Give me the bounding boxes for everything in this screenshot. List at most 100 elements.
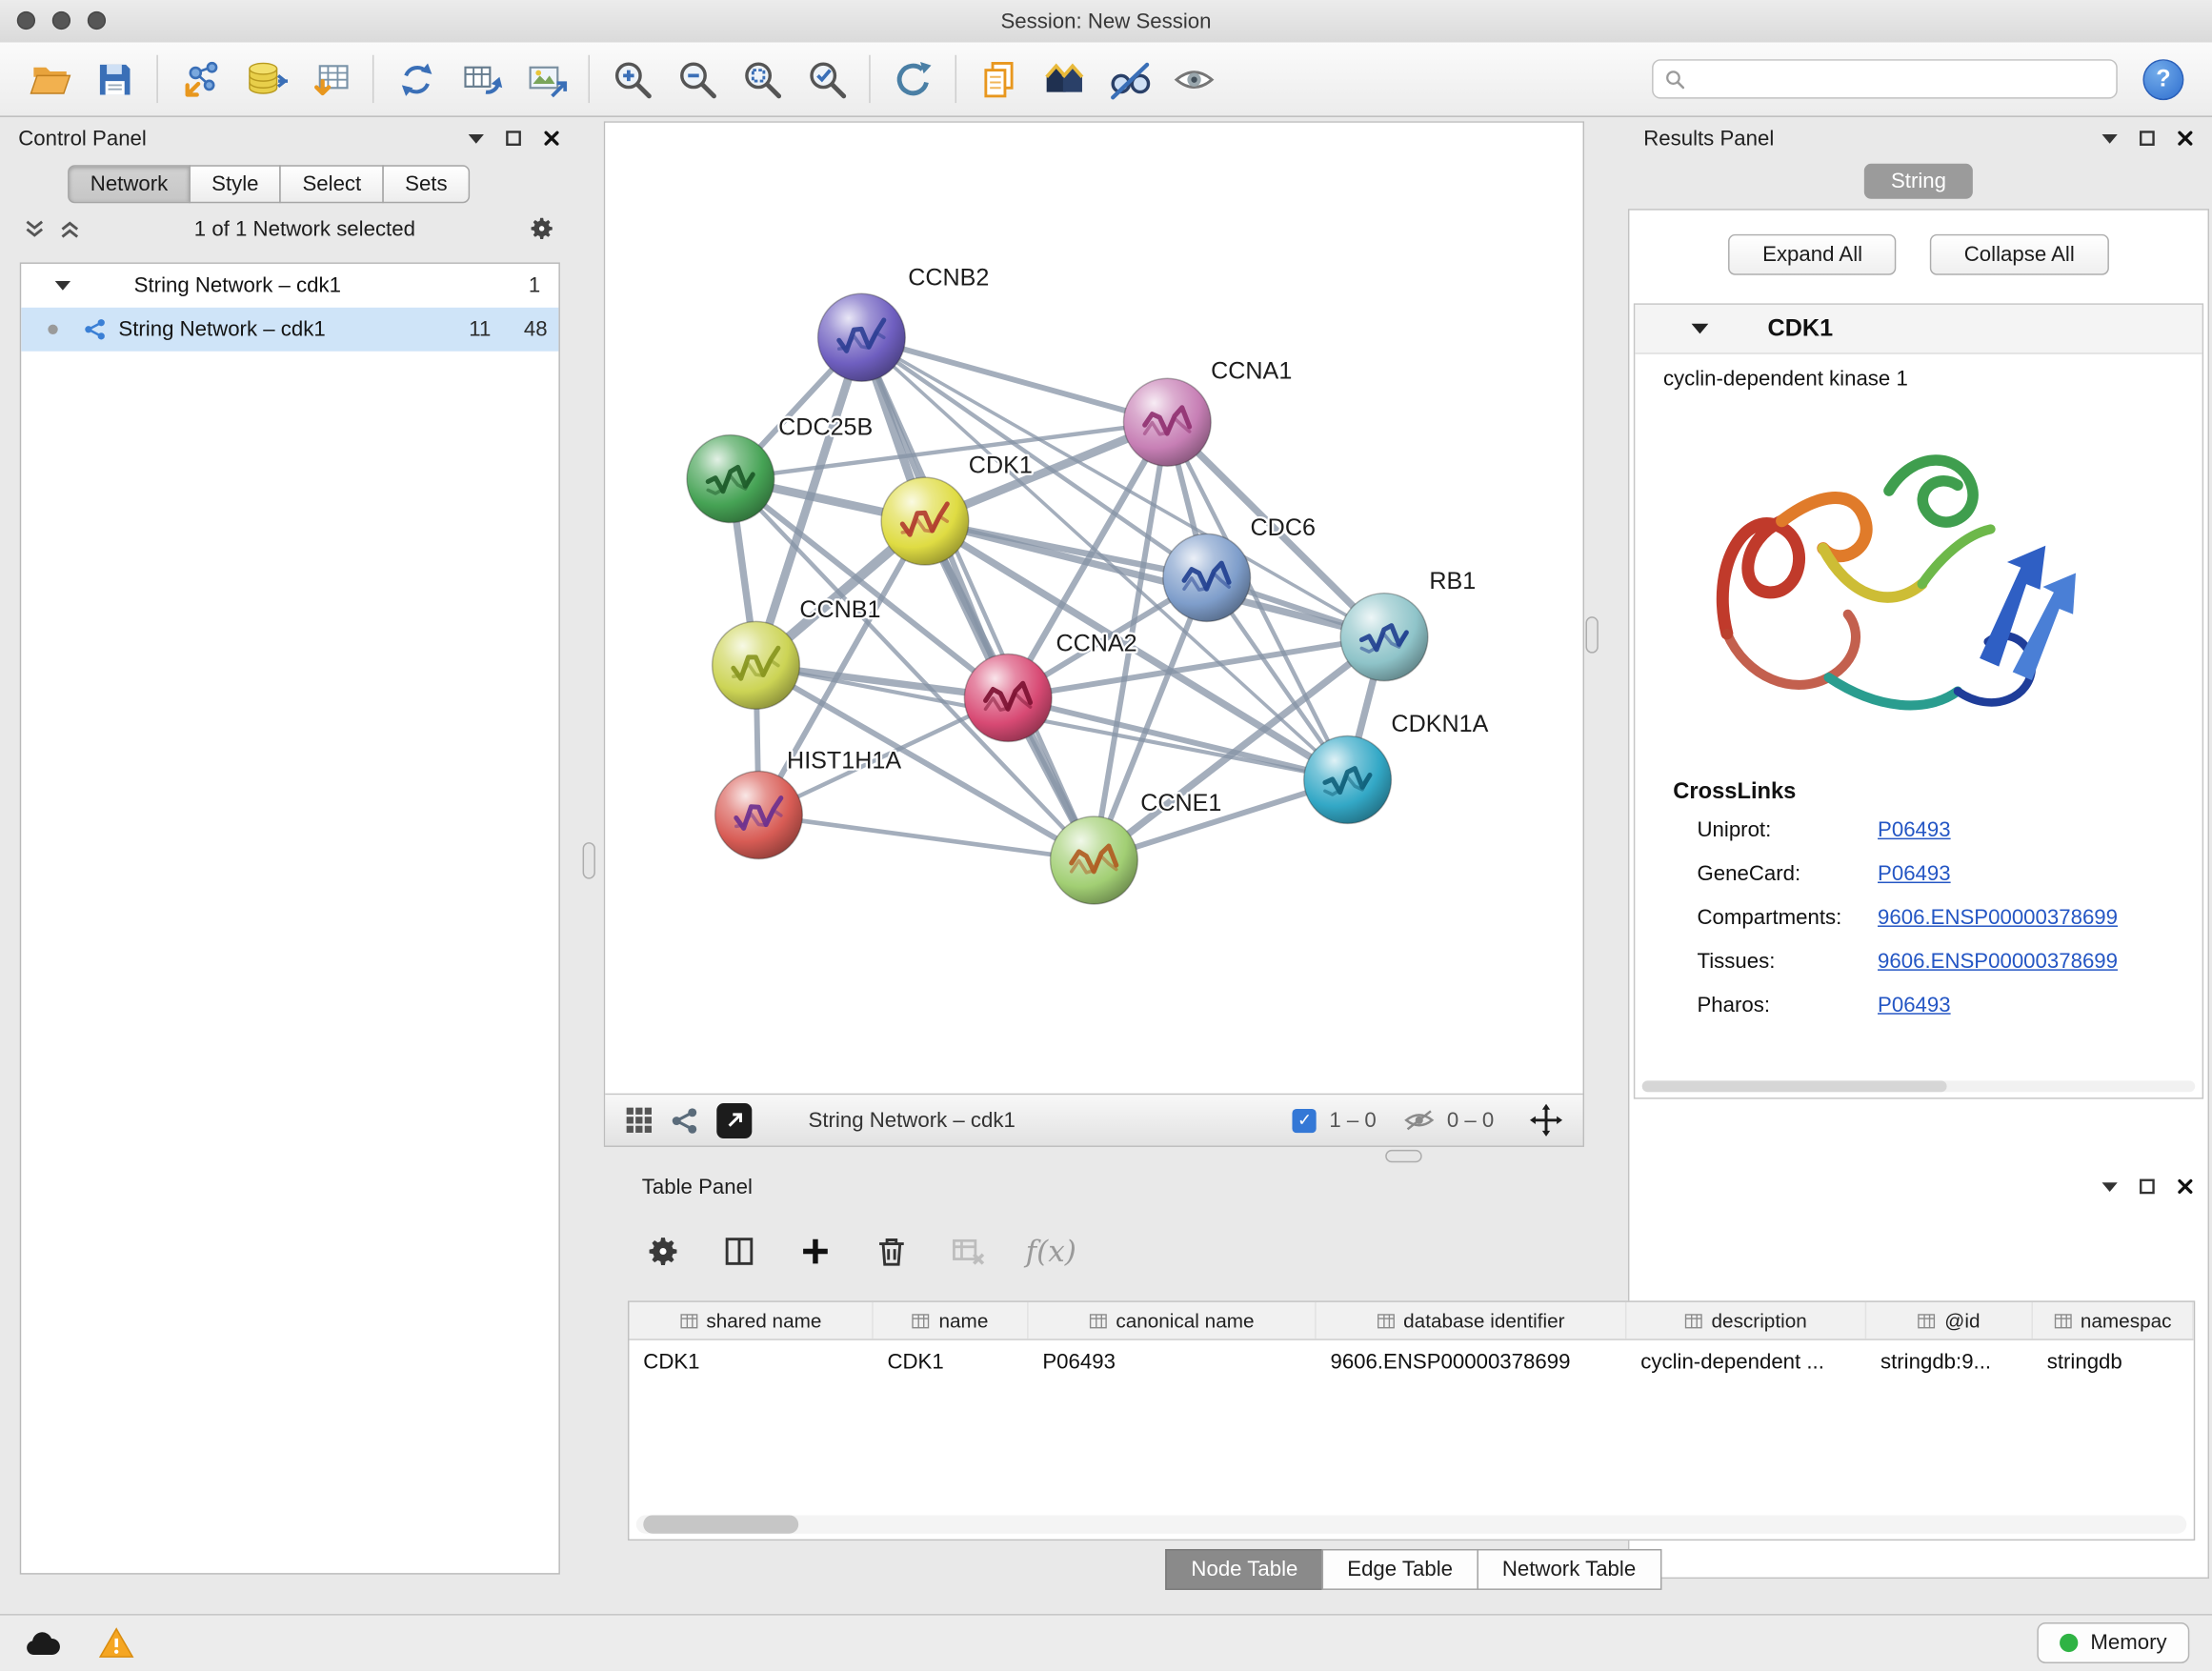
network-graph[interactable]: CCNB2CCNA1CDC25BCDK1CDC6RB1CCNB1CCNA2CDK…: [605, 123, 1582, 1094]
copy-document-button[interactable]: [966, 50, 1031, 109]
results-panel-close-button[interactable]: [2177, 130, 2194, 147]
column-icon: [1918, 1311, 1936, 1329]
zoom-in-button[interactable]: [599, 50, 664, 109]
new-table-button[interactable]: [449, 50, 513, 109]
birdseye-view-button[interactable]: [670, 1105, 699, 1135]
protein-card-header[interactable]: CDK1: [1635, 305, 2202, 354]
clone-network-button[interactable]: [384, 50, 449, 109]
memory-button[interactable]: Memory: [2037, 1623, 2189, 1664]
cloud-status-button[interactable]: [23, 1629, 62, 1658]
table-panel-close-button[interactable]: [2177, 1178, 2194, 1196]
function-builder-button[interactable]: f(x): [1026, 1235, 1076, 1269]
cell-canonical-name[interactable]: P06493: [1029, 1340, 1317, 1382]
table-panel-collapse-button[interactable]: [2101, 1181, 2117, 1191]
table-hscrollbar[interactable]: [636, 1515, 2186, 1533]
window-close-button[interactable]: [17, 11, 35, 30]
table-panel-float-button[interactable]: [2139, 1178, 2156, 1196]
network-node-CCNE1[interactable]: CCNE1: [1051, 790, 1222, 904]
network-options-button[interactable]: [528, 214, 556, 243]
show-hide-button[interactable]: [1161, 50, 1226, 109]
apply-layout-button[interactable]: [880, 50, 945, 109]
network-canvas[interactable]: CCNB2CCNA1CDC25BCDK1CDC6RB1CCNB1CCNA2CDK…: [605, 123, 1582, 1094]
selected-items-checkbox[interactable]: ✓: [1293, 1108, 1317, 1132]
warnings-button[interactable]: [99, 1627, 134, 1660]
tree-disclosure-icon[interactable]: [55, 281, 70, 291]
column-header-namespace[interactable]: namespac: [2033, 1302, 2194, 1339]
zoom-selected-button[interactable]: [794, 50, 859, 109]
crosslink-link[interactable]: 9606.ENSP00000378699: [1878, 906, 2118, 930]
crosslink-link[interactable]: P06493: [1878, 994, 1951, 1017]
network-collection-count: 1: [529, 273, 540, 297]
toolbar-search-field[interactable]: [1652, 59, 2118, 98]
column-header-description[interactable]: description: [1626, 1302, 1866, 1339]
tab-edge-table[interactable]: Edge Table: [1322, 1549, 1478, 1590]
search-input[interactable]: [1695, 67, 2105, 92]
tab-network-table[interactable]: Network Table: [1477, 1549, 1661, 1590]
network-node-HIST1H1A[interactable]: HIST1H1A: [715, 748, 902, 859]
string-home-button[interactable]: [1032, 50, 1096, 109]
network-collection-row[interactable]: String Network – cdk1 1: [21, 264, 558, 308]
table-options-button[interactable]: [645, 1233, 682, 1270]
cell-description[interactable]: cyclin-dependent ...: [1626, 1340, 1866, 1382]
detach-view-button[interactable]: [716, 1102, 752, 1137]
cell-name[interactable]: CDK1: [874, 1340, 1029, 1382]
cell-id[interactable]: stringdb:9...: [1866, 1340, 2033, 1382]
network-node-CDKN1A[interactable]: CDKN1A: [1304, 711, 1489, 823]
window-minimize-button[interactable]: [52, 11, 70, 30]
delete-column-button[interactable]: [874, 1233, 911, 1270]
control-panel-float-button[interactable]: [505, 130, 522, 147]
crosslink-link[interactable]: 9606.ENSP00000378699: [1878, 950, 2118, 974]
crosslink-link[interactable]: P06493: [1878, 818, 1951, 842]
network-row[interactable]: String Network – cdk1 11 48: [21, 308, 558, 352]
column-header-database-identifier[interactable]: database identifier: [1317, 1302, 1627, 1339]
horizontal-splitter-handle[interactable]: [1385, 1150, 1422, 1162]
network-node-CCNB1[interactable]: CCNB1: [713, 596, 881, 709]
import-table-file-button[interactable]: [297, 50, 362, 109]
protein-disclosure-icon[interactable]: [1692, 323, 1709, 334]
column-header-canonical-name[interactable]: canonical name: [1029, 1302, 1317, 1339]
column-header-shared-name[interactable]: shared name: [629, 1302, 873, 1339]
control-panel-close-button[interactable]: [543, 130, 560, 147]
show-columns-button[interactable]: [721, 1233, 758, 1270]
add-column-button[interactable]: [797, 1233, 835, 1270]
save-session-button[interactable]: [82, 50, 147, 109]
search-icon: [1664, 69, 1685, 90]
left-splitter-handle[interactable]: [583, 842, 595, 879]
results-panel-float-button[interactable]: [2139, 130, 2156, 147]
right-splitter-handle[interactable]: [1585, 616, 1598, 654]
tab-select[interactable]: Select: [280, 165, 384, 203]
pan-tool-button[interactable]: [1529, 1103, 1563, 1137]
column-header-name[interactable]: name: [874, 1302, 1029, 1339]
zoom-fit-button[interactable]: [730, 50, 794, 109]
import-network-database-button[interactable]: [232, 50, 297, 109]
cell-shared-name[interactable]: CDK1: [629, 1340, 873, 1382]
column-header-id[interactable]: @id: [1866, 1302, 2033, 1339]
help-button[interactable]: ?: [2142, 58, 2183, 99]
network-node-RB1[interactable]: RB1: [1340, 568, 1476, 680]
tab-node-table[interactable]: Node Table: [1166, 1549, 1323, 1590]
zoom-out-button[interactable]: [664, 50, 729, 109]
open-session-button[interactable]: [17, 50, 82, 109]
results-tab-string[interactable]: String: [1864, 164, 1973, 199]
cell-database-identifier[interactable]: 9606.ENSP00000378699: [1317, 1340, 1627, 1382]
crosslink-link[interactable]: P06493: [1878, 862, 1951, 886]
toggle-structure-display-button[interactable]: [1096, 50, 1161, 109]
expand-all-button[interactable]: Expand All: [1729, 234, 1897, 275]
import-network-file-button[interactable]: [168, 50, 232, 109]
results-panel-collapse-button[interactable]: [2101, 133, 2117, 143]
expand-all-networks-button[interactable]: [58, 216, 82, 240]
tab-style[interactable]: Style: [189, 165, 281, 203]
tab-sets[interactable]: Sets: [382, 165, 470, 203]
collapse-all-button[interactable]: Collapse All: [1930, 234, 2108, 275]
network-node-CCNA1[interactable]: CCNA1: [1123, 357, 1292, 466]
grid-view-button[interactable]: [625, 1106, 654, 1135]
export-image-button[interactable]: [513, 50, 578, 109]
collapse-all-networks-button[interactable]: [23, 216, 47, 240]
protein-card-hscrollbar[interactable]: [1642, 1080, 2196, 1092]
table-row[interactable]: CDK1 CDK1 P06493 9606.ENSP00000378699 cy…: [629, 1340, 2193, 1382]
cell-namespace[interactable]: stringdb: [2033, 1340, 2194, 1382]
control-panel-header: Control Panel: [0, 118, 578, 157]
window-zoom-button[interactable]: [88, 11, 106, 30]
control-panel-collapse-button[interactable]: [469, 133, 484, 143]
tab-network[interactable]: Network: [68, 165, 191, 203]
